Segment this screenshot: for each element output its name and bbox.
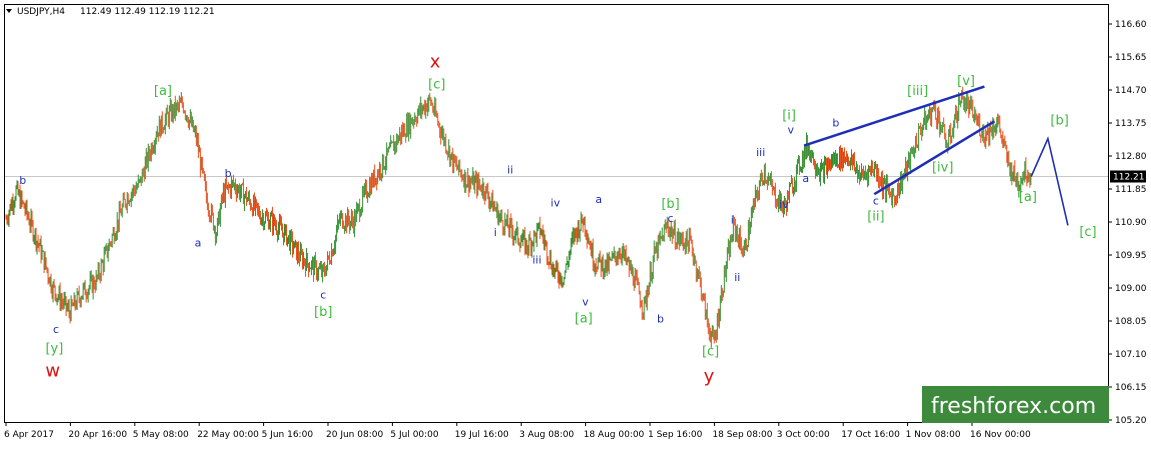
x-tick-label: 1 Nov 08:00 xyxy=(906,430,961,440)
wave-label: i xyxy=(494,226,497,239)
wave-label: [iv] xyxy=(932,161,953,176)
wave-label: [c] xyxy=(702,345,719,360)
wave-label: v xyxy=(582,295,589,308)
y-tick-label: 111.85 xyxy=(1115,185,1147,195)
brand-text: freshforex.com xyxy=(931,394,1096,419)
y-tick-label: 112.80 xyxy=(1115,152,1147,162)
x-tick-label: 6 Apr 2017 xyxy=(4,430,54,440)
wave-label: ii xyxy=(734,271,740,284)
price-marker-label: 112.21 xyxy=(1113,172,1145,182)
x-axis-ticks: 6 Apr 2017 20 Apr 16:00 5 May 08:00 22 May … xyxy=(4,422,1031,440)
symbol-timeframe-label: USDJPY,H4 xyxy=(17,7,65,17)
wave-label: c xyxy=(53,323,59,336)
y-tick-label: 109.00 xyxy=(1115,284,1147,294)
price-marker: 112.21 xyxy=(1110,170,1146,183)
chart-svg: bc[y]w[a]abc[b][c]xiiiiiiivv[a]ab[b]cii[… xyxy=(4,4,1147,440)
x-tick-label: 17 Oct 16:00 xyxy=(841,430,900,440)
chart: b c [y] w [a] a b c [b] [c] x ii i iii iv v [a] a b [b] c ii[… xyxy=(0,0,1151,445)
wave-label: [b] xyxy=(1050,114,1068,129)
wave-label: a xyxy=(195,236,202,249)
wave-label: iv xyxy=(779,198,789,211)
wave-label: [b] xyxy=(314,305,332,320)
plot-frame xyxy=(4,4,1109,423)
wave-label: c xyxy=(668,212,674,225)
y-axis-ticks: 116.60 115.65 114.70 113.75 112.80 111.85 110.… xyxy=(1108,20,1147,426)
wave-label: iv xyxy=(551,196,561,209)
y-tick-label: 106.15 xyxy=(1115,383,1147,393)
wave-label: b xyxy=(19,174,26,187)
wave-label: v xyxy=(787,123,794,136)
wave-label: [a] xyxy=(1019,190,1037,205)
wave-label: [c] xyxy=(1079,225,1096,240)
wave-label: [y] xyxy=(45,341,63,356)
wave-label: [i] xyxy=(782,109,796,124)
x-tick-label: 5 May 08:00 xyxy=(133,430,189,440)
wave-label: a xyxy=(802,172,809,185)
wave-label: b xyxy=(657,313,664,326)
y-tick-label: 105.20 xyxy=(1115,416,1147,426)
wave-label: y xyxy=(704,366,715,387)
wave-label: c xyxy=(873,195,879,208)
wave-label: ii xyxy=(507,163,513,176)
y-tick-label: 115.65 xyxy=(1115,53,1147,63)
x-tick-label: 22 May 00:00 xyxy=(197,430,259,440)
wave-label: iii xyxy=(756,146,765,159)
y-tick-label: 109.95 xyxy=(1115,251,1147,261)
wave-label: b xyxy=(225,167,232,180)
header: USDJPY,H4 112.49 112.49 112.19 112.21 xyxy=(6,7,215,17)
x-tick-label: 1 Sep 16:00 xyxy=(648,430,703,440)
x-tick-label: 20 Apr 16:00 xyxy=(68,430,127,440)
wave-label: a xyxy=(595,193,602,206)
x-tick-label: 5 Jun 16:00 xyxy=(262,430,314,440)
y-tick-label: 113.75 xyxy=(1115,119,1147,129)
y-tick-label: 116.60 xyxy=(1115,20,1147,30)
x-tick-label: 3 Oct 00:00 xyxy=(777,430,830,440)
wave-label: [a] xyxy=(575,312,593,327)
wave-label: x xyxy=(430,51,441,72)
wave-label: w xyxy=(45,361,60,382)
wave-label: [a] xyxy=(154,84,172,99)
brand-watermark: freshforex.com xyxy=(922,386,1109,423)
x-tick-label: 20 Jun 08:00 xyxy=(326,430,383,440)
y-tick-label: 110.90 xyxy=(1115,218,1147,228)
y-tick-label: 108.05 xyxy=(1115,317,1147,327)
ohlc-values: 112.49 112.49 112.19 112.21 xyxy=(80,7,215,17)
x-tick-label: 18 Sep 08:00 xyxy=(712,430,772,440)
wave-label: [v] xyxy=(957,74,975,89)
x-tick-label: 18 Aug 00:00 xyxy=(584,430,645,440)
x-tick-label: 3 Aug 08:00 xyxy=(519,430,574,440)
x-tick-label: 16 Nov 00:00 xyxy=(970,430,1031,440)
y-tick-label: 114.70 xyxy=(1115,86,1147,96)
x-tick-label: 5 Jul 00:00 xyxy=(390,430,439,440)
y-tick-label: 107.10 xyxy=(1115,350,1147,360)
wave-label: [ii] xyxy=(867,209,884,224)
wave-label: c xyxy=(320,288,326,301)
wave-label: [b] xyxy=(661,197,679,212)
wave-label: [c] xyxy=(428,77,445,92)
wave-label: iii xyxy=(532,254,541,267)
wave-label: i xyxy=(731,214,734,227)
wave-label: [iii] xyxy=(907,84,928,99)
wave-label: b xyxy=(832,116,839,129)
x-tick-label: 19 Jul 16:00 xyxy=(455,430,509,440)
